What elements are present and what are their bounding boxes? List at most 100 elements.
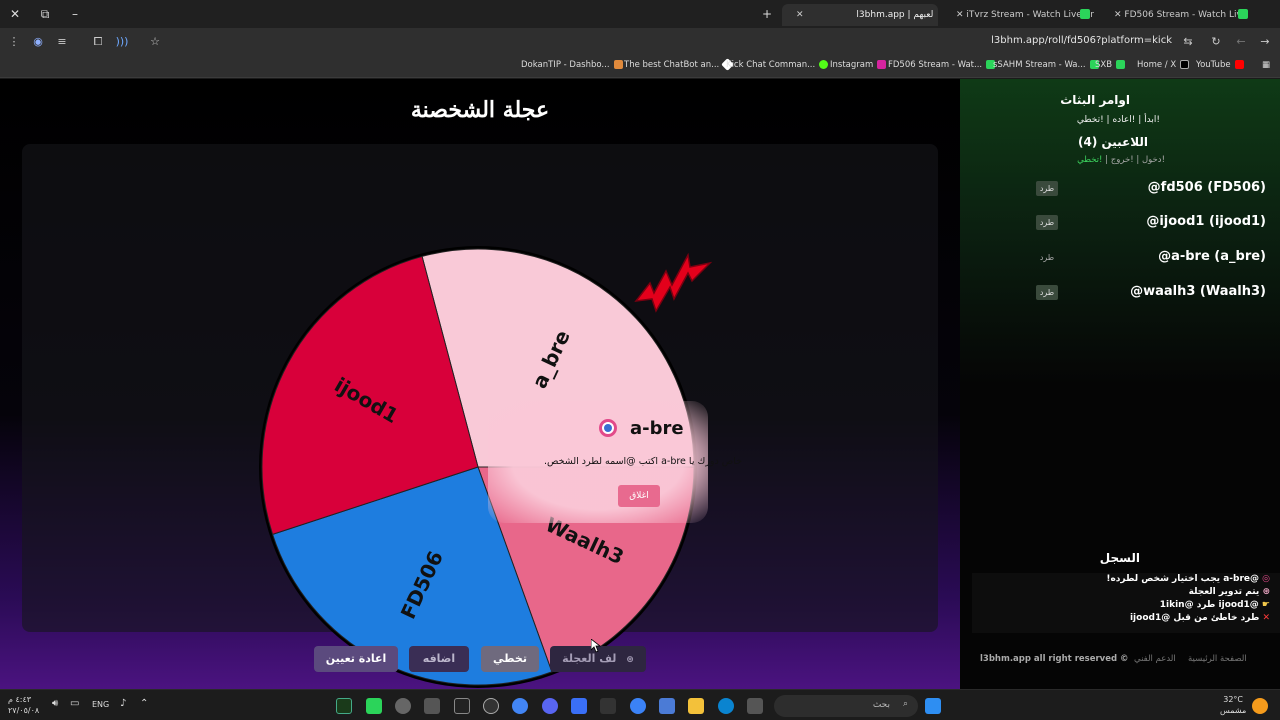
bookmark-ssahm[interactable]: sSAHM Stream - Wa... — [993, 60, 1099, 70]
target-icon: ◎ — [1262, 574, 1270, 584]
profile-icon[interactable]: ◉ — [30, 34, 46, 50]
close-tab-icon[interactable]: ✕ — [956, 10, 964, 20]
commands-list: !ابدأ | !اعاده | !تخطي — [1076, 115, 1160, 125]
kick-player-button[interactable]: طرد — [1036, 215, 1058, 230]
minimize-window-icon[interactable]: – — [66, 5, 84, 23]
folder-icon[interactable] — [688, 698, 704, 714]
legend-join: !دخول — [1141, 155, 1165, 165]
read-aloud-icon[interactable]: ))) — [114, 34, 130, 50]
app-icon[interactable] — [630, 698, 646, 714]
bookmark-fd506[interactable]: FD506 Stream - Wat... — [888, 60, 996, 70]
chevron-up-icon[interactable]: ⌃ — [140, 698, 156, 714]
log-entry: ◎ @a-bre يجب اختيار شخص لطرده! — [1106, 574, 1270, 584]
new-tab-icon[interactable]: + — [758, 5, 776, 23]
popup-message: خاص دورك يا a-bre اكتب @اسمه لطرد الشخص. — [543, 456, 742, 467]
tab-search-icon[interactable]: ⧠ — [90, 34, 106, 50]
page: عجلة الشخصنة a_bre Waalh3 FD506 ijood1 a-br… — [0, 79, 1280, 689]
bookmark-x[interactable]: Home / X — [1137, 60, 1190, 70]
bookmark-kick-chat[interactable]: Kick Chat Comman... — [726, 60, 829, 70]
reload-icon[interactable]: ↻ — [1208, 34, 1224, 50]
skip-button[interactable]: تخطي — [481, 646, 539, 672]
chrome-icon[interactable] — [512, 698, 528, 714]
network-icon[interactable]: ▭ — [70, 698, 86, 714]
close-tab-icon[interactable]: ✕ — [796, 10, 804, 20]
taskbar-search[interactable]: ⌕ بحث — [774, 695, 918, 717]
popup-winner-name: a-bre — [630, 418, 684, 439]
tab-label: iTvrz Stream - Watch Live on Kick — [966, 10, 1094, 20]
player-row: @ijood1 (ijood1) طرد — [1036, 213, 1266, 233]
site-settings-icon[interactable]: ⇆ — [1180, 34, 1196, 50]
epic-icon[interactable] — [454, 698, 470, 714]
forward-icon[interactable]: ← — [1233, 34, 1249, 50]
kick-icon — [1238, 9, 1248, 19]
kick-player-button[interactable]: طرد — [1036, 181, 1058, 196]
add-button[interactable]: اضافه — [409, 646, 469, 672]
popup-close-button[interactable]: اغلاق — [618, 485, 660, 507]
speaker-icon[interactable]: 🔊︎ — [52, 698, 68, 714]
browser-tab-bar: ✕ ⧉ – + ✕ l3bhm.app | لعبهم ✕ iTvrz Stre… — [0, 0, 1280, 28]
microphone-icon[interactable]: ♪ — [120, 698, 136, 714]
menu-icon[interactable]: ⋮ — [6, 34, 22, 50]
maximize-window-icon[interactable]: ⧉ — [36, 5, 54, 23]
page-title: عجلة الشخصنة — [410, 97, 550, 123]
target-icon — [599, 419, 617, 437]
player-name: @fd506 (FD506) — [1147, 180, 1266, 195]
settings-icon[interactable] — [395, 698, 411, 714]
app-icon[interactable] — [483, 698, 499, 714]
close-tab-icon[interactable]: ✕ — [1114, 10, 1122, 20]
bookmark-chatbot[interactable]: The best ChatBot an... — [624, 58, 735, 71]
footer-support-link[interactable]: الدعم الفني — [1134, 654, 1176, 664]
instagram-icon — [877, 60, 887, 69]
language-indicator[interactable]: ENG — [92, 700, 109, 709]
bookmarks-menu-icon[interactable]: ▦ — [1262, 60, 1270, 70]
app-icon[interactable] — [600, 698, 616, 714]
wheel-pointer-icon — [634, 252, 713, 313]
bookmarks-bar: DokanTIP - Dashbo... The best ChatBot an… — [0, 56, 1280, 78]
player-row: @fd506 (FD506) طرد — [1036, 179, 1266, 199]
kick-player-button[interactable]: طرد — [1036, 285, 1058, 300]
bookmark-instagram[interactable]: Instagram — [830, 60, 887, 70]
kick-icon — [1116, 60, 1126, 69]
windows-start-icon[interactable] — [925, 698, 941, 714]
favorite-star-icon[interactable]: ☆ — [147, 34, 163, 50]
taskbar: ٤:٤٣ م ٢٧/٠٥/٠٨ 🔊︎ ▭ ENG ♪ ⌃ ⌕ بحث 32°C … — [0, 689, 1280, 720]
wheel-icon: ⊛ — [1262, 587, 1270, 597]
tab-l3bhm[interactable]: ✕ l3bhm.app | لعبهم — [782, 4, 938, 26]
extensions-icon[interactable]: ≡ — [54, 34, 70, 50]
log-title: السجل — [1099, 551, 1140, 565]
tab-itvrz[interactable]: ✕ iTvrz Stream - Watch Live on Kick — [942, 4, 1094, 26]
kick-app-icon[interactable] — [366, 698, 382, 714]
tab-fd506[interactable]: ✕ FD506 Stream - Watch Live on Kick — [1100, 4, 1250, 26]
app-icon[interactable] — [571, 698, 587, 714]
shield-icon[interactable] — [659, 698, 675, 714]
weather[interactable]: 32°C مشمس — [1220, 694, 1246, 716]
bookmark-sxb[interactable]: SXB — [1095, 60, 1126, 70]
x-icon — [1180, 60, 1190, 69]
kick-player-button[interactable]: طرد — [1036, 250, 1058, 265]
app-icon[interactable] — [747, 698, 763, 714]
commands-title: اوامر البثاث — [1060, 93, 1130, 107]
back-icon[interactable]: → — [1257, 34, 1273, 50]
footer-copyright: © l3bhm.app all right reserved — [980, 654, 1129, 664]
close-window-icon[interactable]: ✕ — [6, 5, 24, 23]
sun-icon — [1252, 698, 1268, 714]
store-icon[interactable] — [424, 698, 440, 714]
edge-icon[interactable] — [718, 698, 734, 714]
bookmark-youtube[interactable]: YouTube — [1196, 60, 1244, 70]
reset-button[interactable]: اعادة تعيين — [314, 646, 398, 672]
kick-icon — [819, 60, 829, 69]
app-icon[interactable] — [336, 698, 352, 714]
youtube-icon — [1234, 60, 1244, 69]
discord-icon[interactable] — [542, 698, 558, 714]
address-bar[interactable]: l3bhm.app/roll/fd506?platform=kick — [991, 35, 1172, 46]
bookmark-dokantip[interactable]: DokanTIP - Dashbo... — [521, 60, 623, 70]
clock[interactable]: ٤:٤٣ م ٢٧/٠٥/٠٨ — [8, 694, 39, 716]
spin-icon: ⊛ — [626, 655, 634, 665]
footer-home-link[interactable]: الصفحة الرئيسية — [1188, 654, 1247, 664]
cross-icon: ✕ — [1262, 613, 1270, 623]
tab-label: l3bhm.app | لعبهم — [856, 10, 934, 20]
log-entry: ☛ @ijood1 طرد @1ikin — [1159, 600, 1270, 610]
player-name: @waalh3 (Waalh3) — [1130, 284, 1266, 299]
kick-foot-icon: ☛ — [1261, 600, 1270, 610]
player-row: @waalh3 (Waalh3) طرد — [1036, 283, 1266, 303]
